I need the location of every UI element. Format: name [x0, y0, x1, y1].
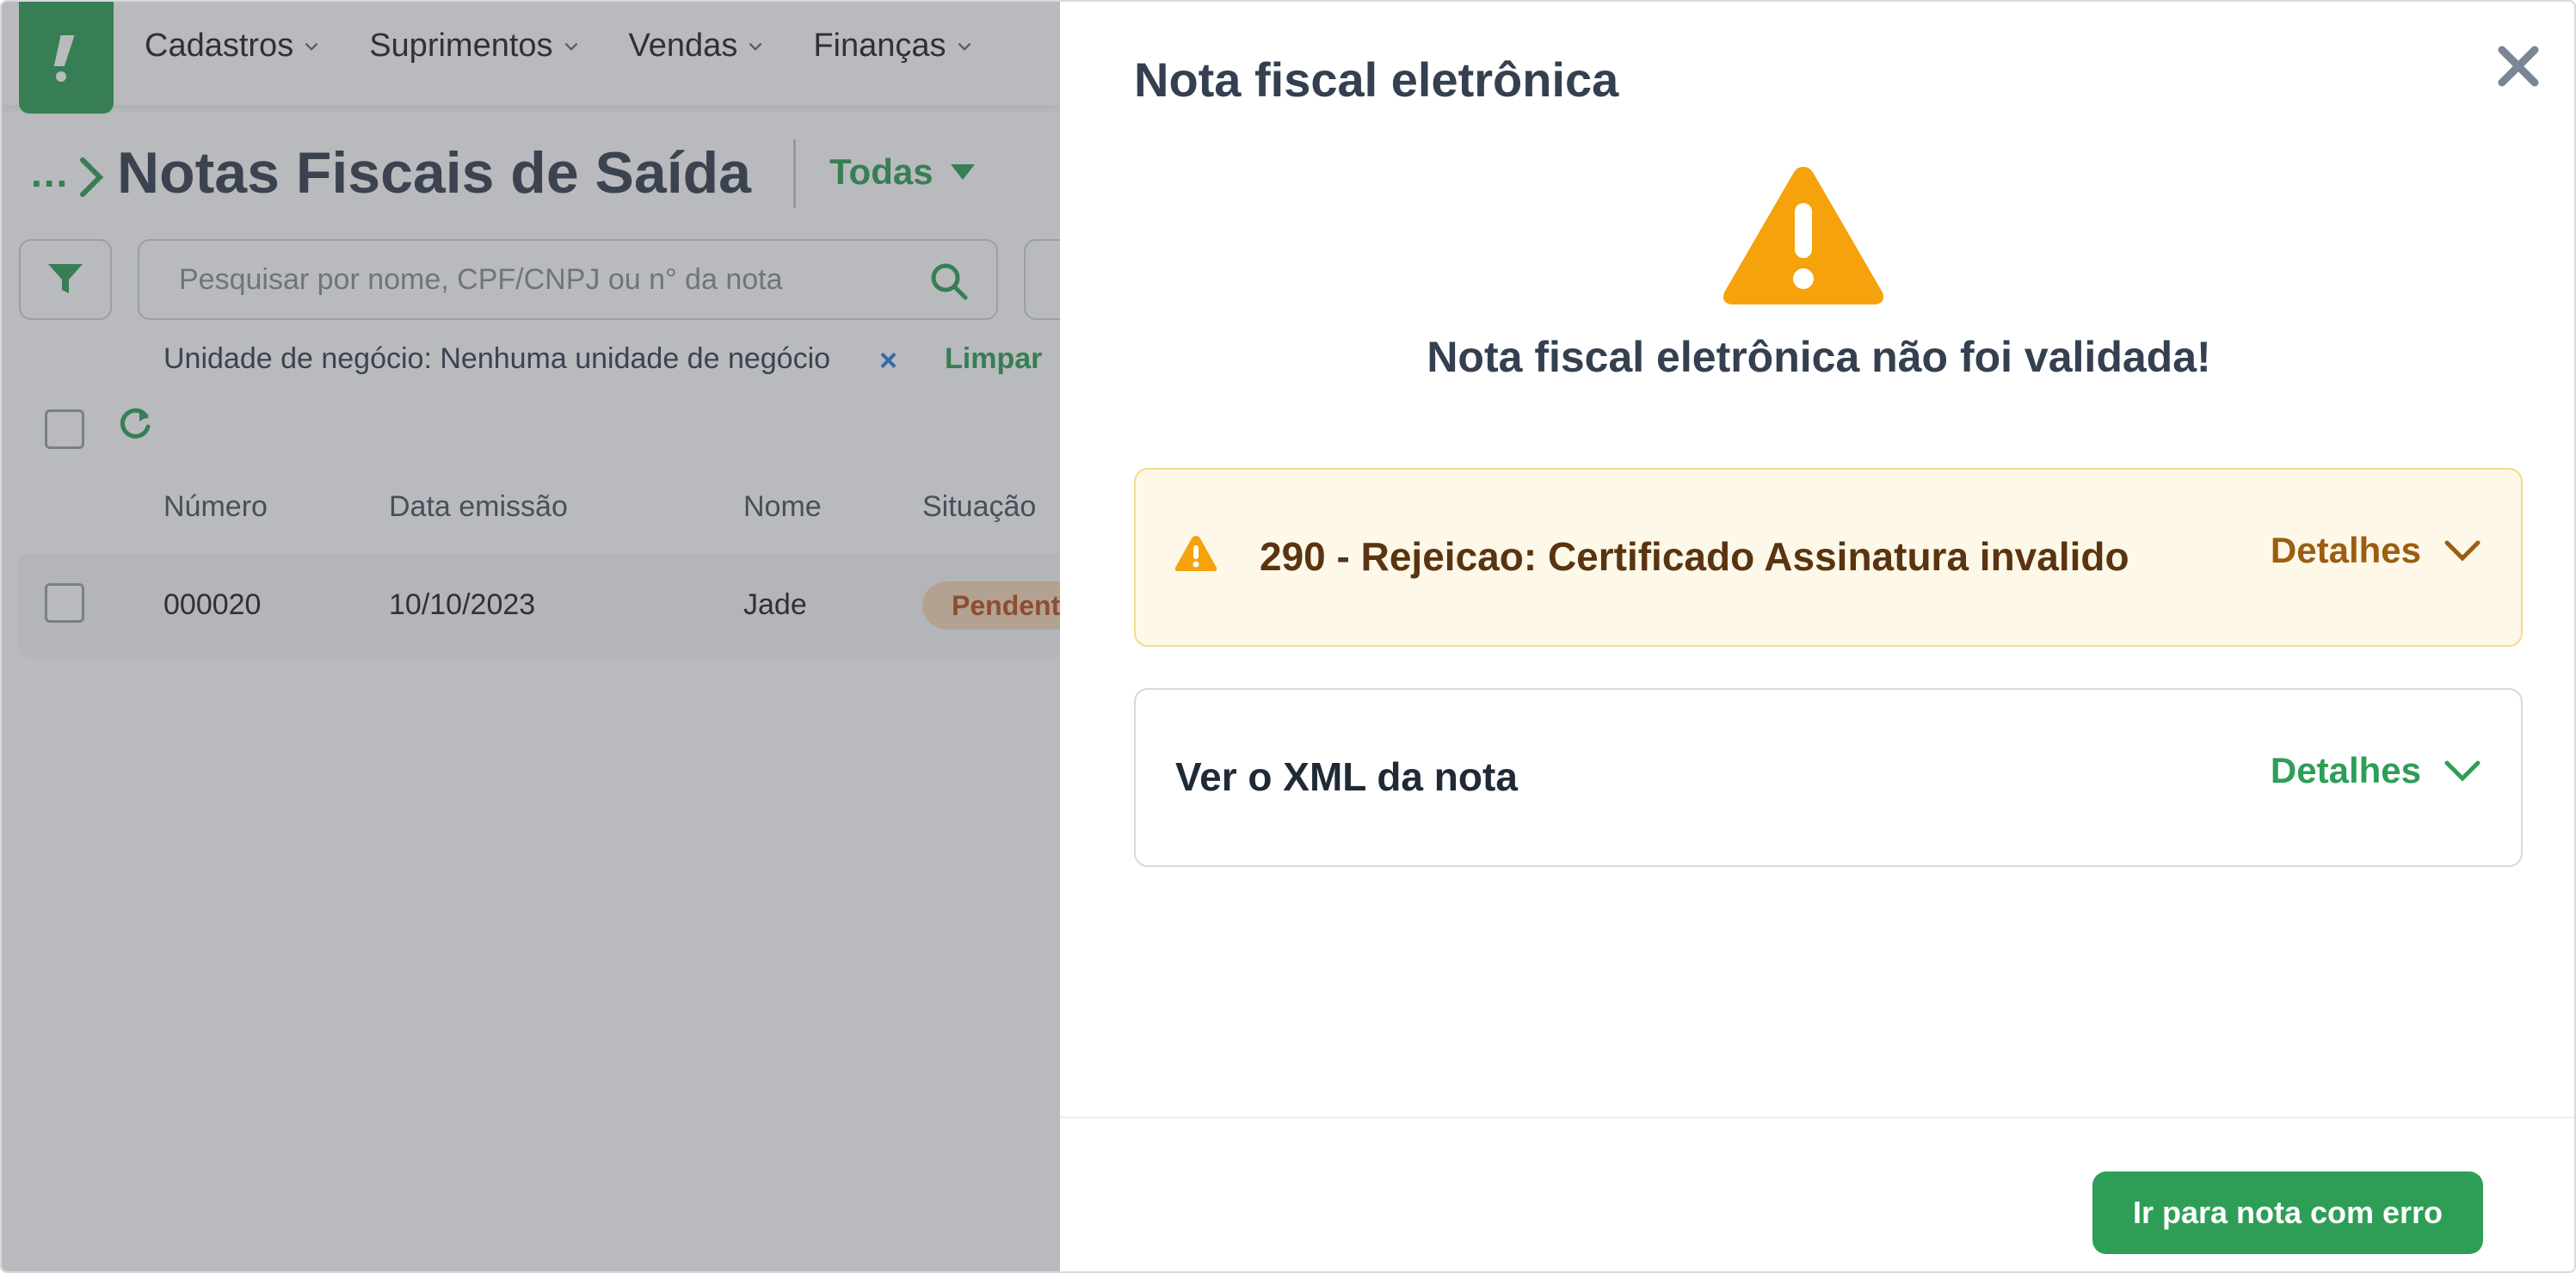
close-icon — [2498, 46, 2539, 87]
nfe-drawer: Nota fiscal eletrônica Nota fiscal eletr… — [1060, 2, 2574, 1271]
modal-backdrop[interactable] — [2, 2, 1062, 1271]
app-window: Cadastros Suprimentos Vendas Finanças ..… — [0, 0, 2576, 1273]
drawer-title: Nota fiscal eletrônica — [1134, 52, 1619, 107]
warning-small-icon — [1174, 536, 1217, 571]
warning-icon — [1723, 167, 1883, 304]
error-details-toggle[interactable]: Detalhes — [2271, 530, 2481, 571]
xml-label: Ver o XML da nota — [1175, 754, 1518, 799]
details-label: Detalhes — [2270, 530, 2421, 570]
xml-accordion[interactable]: Ver o XML da nota Detalhes — [1134, 688, 2523, 867]
go-to-error-note-button[interactable]: Ir para nota com erro — [2092, 1172, 2483, 1254]
details-label: Detalhes — [2270, 750, 2421, 790]
drawer-footer: Ir para nota com erro — [1060, 1116, 2574, 1271]
error-message: 290 - Rejeicao: Certificado Assinatura i… — [1260, 534, 2129, 579]
close-button[interactable] — [2488, 36, 2548, 96]
chevron-down-icon — [2444, 540, 2480, 562]
error-accordion[interactable]: 290 - Rejeicao: Certificado Assinatura i… — [1134, 468, 2523, 647]
xml-details-toggle[interactable]: Detalhes — [2271, 750, 2481, 791]
chevron-down-icon — [2444, 760, 2480, 782]
validation-message: Nota fiscal eletrônica não foi validada! — [1427, 333, 2211, 381]
